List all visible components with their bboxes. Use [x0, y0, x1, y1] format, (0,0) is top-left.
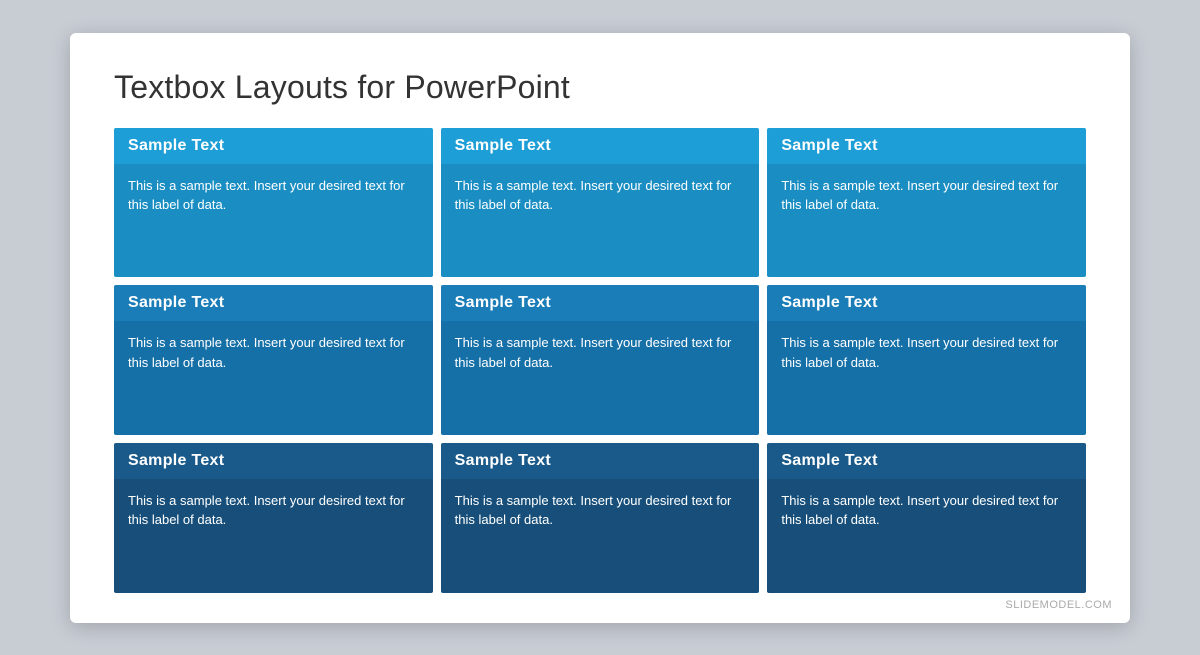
card-header-title-r3c3: Sample Text [781, 452, 877, 470]
card-body-text-r3c1: This is a sample text. Insert your desir… [128, 491, 419, 530]
card-body-text-r3c3: This is a sample text. Insert your desir… [781, 491, 1072, 530]
card-header-title-r1c2: Sample Text [455, 137, 551, 155]
card-header-r3c1: Sample Text [114, 443, 433, 479]
card-r1-c3: Sample Text This is a sample text. Inser… [767, 128, 1086, 278]
card-header-title-r3c2: Sample Text [455, 452, 551, 470]
card-body-text-r1c1: This is a sample text. Insert your desir… [128, 176, 419, 215]
arrow-right-icon-r1c2 [746, 134, 759, 158]
card-header-r1c1: Sample Text [114, 128, 433, 164]
card-body-r3c2: This is a sample text. Insert your desir… [441, 479, 760, 593]
card-header-r2c3: Sample Text [767, 285, 1086, 321]
card-body-text-r3c2: This is a sample text. Insert your desir… [455, 491, 746, 530]
arrow-right-icon-r1c3 [1073, 134, 1086, 158]
card-header-r2c1: Sample Text [114, 285, 433, 321]
card-r2-c1: Sample Text This is a sample text. Inser… [114, 285, 433, 435]
card-body-r1c1: This is a sample text. Insert your desir… [114, 164, 433, 278]
card-body-text-r1c2: This is a sample text. Insert your desir… [455, 176, 746, 215]
slide-title: Textbox Layouts for PowerPoint [114, 69, 1086, 106]
card-r3-c2: Sample Text This is a sample text. Inser… [441, 443, 760, 593]
card-body-text-r2c3: This is a sample text. Insert your desir… [781, 333, 1072, 372]
slide: Textbox Layouts for PowerPoint Sample Te… [70, 33, 1130, 623]
card-body-r3c1: This is a sample text. Insert your desir… [114, 479, 433, 593]
arrow-right-icon-r3c1 [420, 449, 433, 473]
watermark: SLIDEMODEL.COM [1005, 599, 1112, 611]
card-r1-c1: Sample Text This is a sample text. Inser… [114, 128, 433, 278]
arrow-right-icon-r2c2 [746, 291, 759, 315]
card-header-title-r1c1: Sample Text [128, 137, 224, 155]
card-header-r1c2: Sample Text [441, 128, 760, 164]
card-header-title-r2c1: Sample Text [128, 294, 224, 312]
card-grid: Sample Text This is a sample text. Inser… [114, 128, 1086, 593]
card-header-title-r1c3: Sample Text [781, 137, 877, 155]
card-body-r1c2: This is a sample text. Insert your desir… [441, 164, 760, 278]
arrow-right-icon-r3c2 [746, 449, 759, 473]
card-body-text-r2c1: This is a sample text. Insert your desir… [128, 333, 419, 372]
card-body-text-r1c3: This is a sample text. Insert your desir… [781, 176, 1072, 215]
card-header-r2c2: Sample Text [441, 285, 760, 321]
card-header-r3c2: Sample Text [441, 443, 760, 479]
card-header-title-r3c1: Sample Text [128, 452, 224, 470]
card-body-r1c3: This is a sample text. Insert your desir… [767, 164, 1086, 278]
card-header-title-r2c2: Sample Text [455, 294, 551, 312]
card-r1-c2: Sample Text This is a sample text. Inser… [441, 128, 760, 278]
card-body-r2c3: This is a sample text. Insert your desir… [767, 321, 1086, 435]
card-header-r3c3: Sample Text [767, 443, 1086, 479]
card-header-title-r2c3: Sample Text [781, 294, 877, 312]
card-r3-c1: Sample Text This is a sample text. Inser… [114, 443, 433, 593]
card-header-r1c3: Sample Text [767, 128, 1086, 164]
card-body-r2c2: This is a sample text. Insert your desir… [441, 321, 760, 435]
card-r2-c3: Sample Text This is a sample text. Inser… [767, 285, 1086, 435]
card-r3-c3: Sample Text This is a sample text. Inser… [767, 443, 1086, 593]
arrow-right-icon-r2c1 [420, 291, 433, 315]
arrow-right-icon-r2c3 [1073, 291, 1086, 315]
card-body-text-r2c2: This is a sample text. Insert your desir… [455, 333, 746, 372]
arrow-right-icon-r1c1 [420, 134, 433, 158]
card-body-r3c3: This is a sample text. Insert your desir… [767, 479, 1086, 593]
card-body-r2c1: This is a sample text. Insert your desir… [114, 321, 433, 435]
card-r2-c2: Sample Text This is a sample text. Inser… [441, 285, 760, 435]
arrow-right-icon-r3c3 [1073, 449, 1086, 473]
